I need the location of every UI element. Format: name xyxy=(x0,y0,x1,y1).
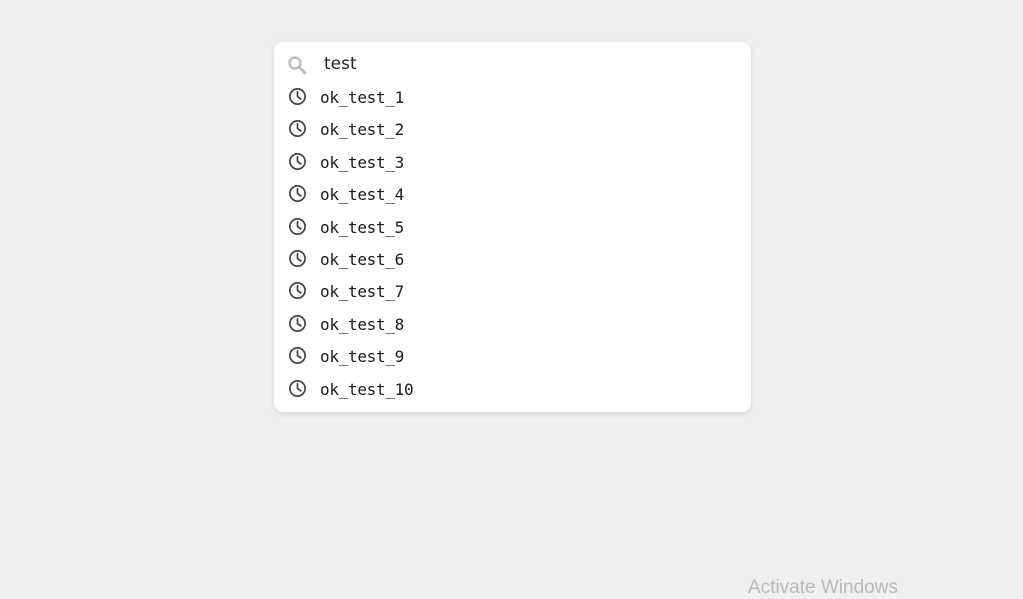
suggestion-item[interactable]: ok_test_6 xyxy=(274,242,751,274)
suggestion-item[interactable]: ok_test_1 xyxy=(274,80,751,112)
suggestion-item[interactable]: ok_test_5 xyxy=(274,210,751,242)
clock-icon xyxy=(289,347,306,365)
clock-icon xyxy=(289,314,306,332)
search-dropdown-panel: ok_test_1 ok_test_2 ok_test_3 xyxy=(274,42,751,412)
suggestion-label: ok_test_8 xyxy=(320,314,404,334)
suggestion-item[interactable]: ok_test_4 xyxy=(274,177,751,209)
suggestion-label: ok_test_10 xyxy=(320,379,414,399)
suggestion-label: ok_test_2 xyxy=(320,120,404,140)
suggestion-label: ok_test_4 xyxy=(320,185,404,205)
suggestion-item[interactable]: ok_test_8 xyxy=(274,307,751,339)
suggestion-label: ok_test_6 xyxy=(320,249,404,269)
suggestion-item[interactable]: ok_test_7 xyxy=(274,274,751,306)
clock-icon xyxy=(289,379,306,397)
clock-icon xyxy=(289,217,306,235)
suggestion-list: ok_test_1 ok_test_2 ok_test_3 ok_test_4 … xyxy=(274,80,751,404)
suggestion-item[interactable]: ok_test_10 xyxy=(274,372,751,404)
clock-icon xyxy=(289,282,306,300)
suggestion-label: ok_test_1 xyxy=(320,88,404,107)
clock-icon xyxy=(289,152,306,170)
clock-icon xyxy=(289,185,306,203)
activate-windows-watermark: Activate Windows xyxy=(748,577,898,598)
suggestion-item[interactable]: ok_test_3 xyxy=(274,145,751,177)
suggestion-item[interactable]: ok_test_2 xyxy=(274,112,751,144)
search-input[interactable] xyxy=(322,52,736,76)
suggestion-label: ok_test_7 xyxy=(320,282,404,302)
clock-icon xyxy=(289,88,306,105)
clock-icon xyxy=(289,120,306,138)
suggestion-item[interactable]: ok_test_9 xyxy=(274,339,751,371)
suggestion-label: ok_test_5 xyxy=(320,217,404,237)
search-icon xyxy=(288,56,307,75)
suggestion-label: ok_test_9 xyxy=(320,347,404,367)
page: ok_test_1 ok_test_2 ok_test_3 xyxy=(0,0,1023,599)
suggestion-label: ok_test_3 xyxy=(320,152,404,172)
clock-icon xyxy=(289,249,306,267)
